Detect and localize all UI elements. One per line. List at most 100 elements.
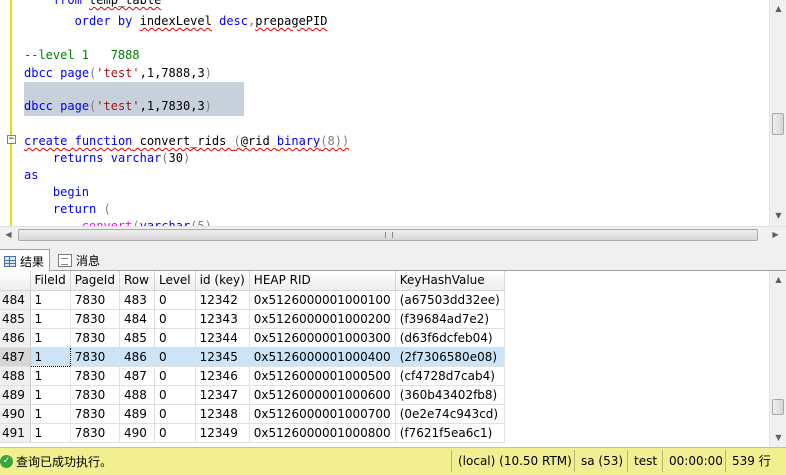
table-cell[interactable]: (d63f6dcfeb04) xyxy=(395,328,505,348)
table-row[interactable]: 490 1 7830 489 0 12348 0x5126000001000700 (0e2e… xyxy=(0,404,505,424)
table-cell[interactable]: 0x5126000001000200 xyxy=(249,309,396,329)
table-cell[interactable]: 0 xyxy=(154,328,196,348)
table-cell[interactable]: 0x5126000001000700 xyxy=(249,404,396,424)
column-header[interactable]: id (key) xyxy=(195,271,250,291)
table-cell[interactable]: 12348 xyxy=(195,404,250,424)
row-number[interactable]: 486 xyxy=(0,328,31,348)
table-cell[interactable]: 12347 xyxy=(195,385,250,405)
table-cell[interactable]: 0 xyxy=(154,404,196,424)
scroll-right-icon[interactable]: ▶ xyxy=(768,227,783,242)
row-number[interactable]: 487 xyxy=(0,347,31,367)
row-number[interactable]: 484 xyxy=(0,290,31,310)
table-cell[interactable]: 7830 xyxy=(70,347,120,367)
table-cell[interactable]: 0x5126000001000400 xyxy=(249,347,396,367)
tab-messages[interactable]: 消息 xyxy=(53,249,105,271)
code-token: (5) xyxy=(190,219,212,226)
column-header[interactable] xyxy=(0,271,31,291)
query-editor[interactable]: − from temp_table order by indexLevel de… xyxy=(0,0,786,226)
table-cell[interactable]: 1 xyxy=(30,328,71,348)
table-row[interactable]: 489 1 7830 488 0 12347 0x5126000001000600 (360b… xyxy=(0,385,505,405)
scroll-up-icon[interactable]: ▲ xyxy=(771,1,786,16)
grid-scroll-down-icon[interactable]: ▼ xyxy=(771,430,786,445)
table-cell[interactable]: (f7621f5ea6c1) xyxy=(395,423,505,443)
table-cell[interactable]: 0 xyxy=(154,290,196,310)
column-header[interactable]: HEAP RID xyxy=(249,271,396,291)
table-cell[interactable]: 12346 xyxy=(195,366,250,386)
table-cell[interactable]: 7830 xyxy=(70,290,120,310)
table-cell[interactable]: 12343 xyxy=(195,309,250,329)
table-row[interactable]: 484 1 7830 483 0 12342 0x5126000001000100 (a675… xyxy=(0,290,505,310)
table-cell[interactable]: 1 xyxy=(30,385,71,405)
table-cell[interactable]: 0x5126000001000800 xyxy=(249,423,396,443)
table-cell[interactable]: 490 xyxy=(119,423,155,443)
table-row[interactable]: 487 1 7830 486 0 12345 0x5126000001000400 (2f73… xyxy=(0,346,505,367)
table-cell[interactable]: 1 xyxy=(30,366,71,386)
table-cell[interactable]: (cf4728d7cab4) xyxy=(395,366,505,386)
tab-results[interactable]: 结果 xyxy=(0,249,51,272)
table-cell[interactable]: 7830 xyxy=(70,328,120,348)
table-cell[interactable]: 1 xyxy=(30,404,71,424)
table-cell[interactable]: 7830 xyxy=(70,309,120,329)
table-cell[interactable]: 1 xyxy=(30,423,71,443)
scroll-left-icon[interactable]: ◀ xyxy=(1,227,16,242)
row-number[interactable]: 491 xyxy=(0,423,31,443)
editor-horizontal-scrollbar[interactable]: ◀ ▶ xyxy=(0,226,786,243)
row-number[interactable]: 488 xyxy=(0,366,31,386)
grid-scroll-thumb[interactable] xyxy=(772,399,784,415)
table-cell[interactable]: 1 xyxy=(30,309,71,329)
scroll-down-icon[interactable]: ▼ xyxy=(771,208,786,223)
table-cell[interactable]: 0x5126000001000600 xyxy=(249,385,396,405)
code-line: return ( xyxy=(24,201,111,218)
table-cell[interactable]: 489 xyxy=(119,404,155,424)
table-cell[interactable]: 488 xyxy=(119,385,155,405)
table-cell[interactable]: 0 xyxy=(154,423,196,443)
table-cell[interactable]: (2f7306580e08) xyxy=(395,347,505,367)
table-cell[interactable]: 0 xyxy=(154,309,196,329)
row-number[interactable]: 485 xyxy=(0,309,31,329)
results-grid[interactable]: FileId PageId Row Level id (key) HEAP RID KeyH… xyxy=(0,271,769,447)
table-row[interactable]: 485 1 7830 484 0 12343 0x5126000001000200 (f396… xyxy=(0,309,505,329)
row-number[interactable]: 490 xyxy=(0,404,31,424)
table-cell[interactable]: (360b43402fb8) xyxy=(395,385,505,405)
table-cell[interactable]: 7830 xyxy=(70,404,120,424)
table-cell[interactable]: 7830 xyxy=(70,366,120,386)
editor-scroll-thumb[interactable] xyxy=(772,113,784,135)
outline-collapse-icon[interactable]: − xyxy=(7,135,16,144)
column-header[interactable]: Level xyxy=(154,271,196,291)
table-cell[interactable]: 12344 xyxy=(195,328,250,348)
table-cell[interactable]: (0e2e74c943cd) xyxy=(395,404,505,424)
table-row[interactable]: 488 1 7830 487 0 12346 0x5126000001000500 (cf47… xyxy=(0,366,505,386)
table-cell[interactable]: 7830 xyxy=(70,423,120,443)
column-header[interactable]: PageId xyxy=(70,271,120,291)
table-cell[interactable]: 0 xyxy=(154,366,196,386)
table-cell[interactable]: 485 xyxy=(119,328,155,348)
column-header[interactable]: KeyHashValue xyxy=(395,271,505,291)
table-cell[interactable]: 1 xyxy=(30,290,71,310)
table-row[interactable]: 491 1 7830 490 0 12349 0x5126000001000800 (f762… xyxy=(0,423,505,443)
table-cell[interactable]: 12345 xyxy=(195,347,250,367)
table-cell[interactable]: 0 xyxy=(154,347,196,367)
code-area[interactable]: − from temp_table order by indexLevel de… xyxy=(0,0,768,226)
table-cell[interactable]: (a67503dd32ee) xyxy=(395,290,505,310)
editor-vertical-scrollbar[interactable]: ▲ ▼ xyxy=(769,0,786,226)
table-cell[interactable]: 7830 xyxy=(70,385,120,405)
table-cell[interactable]: 12342 xyxy=(195,290,250,310)
table-cell[interactable]: 0x5126000001000100 xyxy=(249,290,396,310)
table-cell[interactable]: 483 xyxy=(119,290,155,310)
table-cell[interactable]: 0x5126000001000500 xyxy=(249,366,396,386)
table-cell[interactable]: 484 xyxy=(119,309,155,329)
table-row[interactable]: 486 1 7830 485 0 12344 0x5126000001000300 (d63f… xyxy=(0,328,505,348)
grid-vertical-scrollbar[interactable]: ▲ ▼ xyxy=(769,271,786,447)
table-cell[interactable]: 0 xyxy=(154,385,196,405)
table-cell[interactable]: 487 xyxy=(119,366,155,386)
table-cell[interactable]: 0x5126000001000300 xyxy=(249,328,396,348)
row-number[interactable]: 489 xyxy=(0,385,31,405)
grid-scroll-up-icon[interactable]: ▲ xyxy=(771,272,786,287)
table-cell[interactable]: 12349 xyxy=(195,423,250,443)
column-header[interactable]: Row xyxy=(119,271,155,291)
column-header[interactable]: FileId xyxy=(30,271,71,291)
table-cell[interactable]: (f39684ad7e2) xyxy=(395,309,505,329)
table-cell[interactable]: 486 xyxy=(119,347,155,367)
table-cell[interactable]: 1 xyxy=(29,346,71,367)
editor-hscroll-thumb[interactable] xyxy=(18,229,758,241)
